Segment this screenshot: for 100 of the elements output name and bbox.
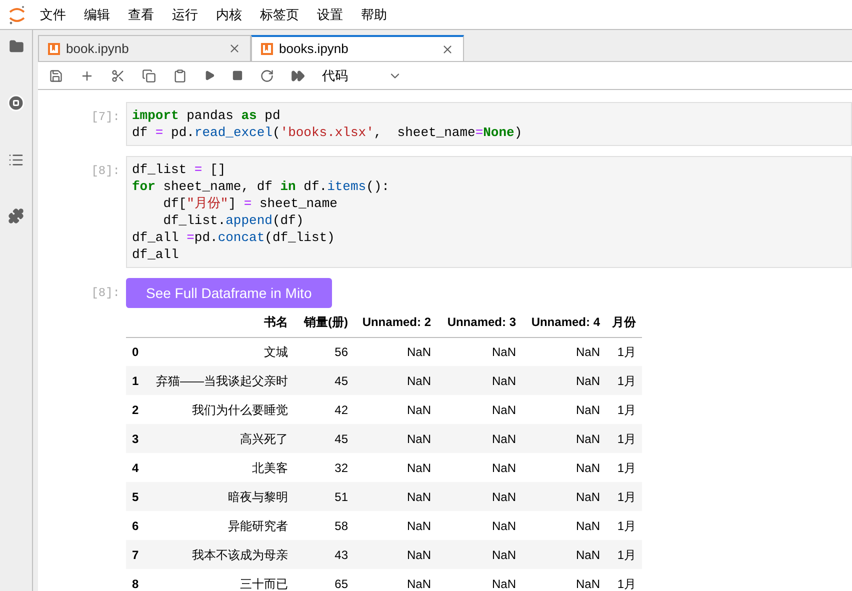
save-icon[interactable]: [49, 68, 63, 82]
list-icon[interactable]: [8, 152, 24, 168]
table-cell: NaN: [437, 424, 522, 453]
logo-icon: [8, 4, 26, 24]
table-cell: 43: [294, 540, 354, 569]
fast-forward-icon[interactable]: [291, 68, 305, 82]
table-cell: NaN: [437, 569, 522, 591]
column-header: 月份: [606, 308, 642, 337]
play-icon[interactable]: [204, 70, 215, 81]
table-cell: NaN: [437, 540, 522, 569]
table-cell: 暗夜与黎明: [150, 482, 294, 511]
clipboard-icon[interactable]: [173, 68, 187, 82]
table-cell: 1月: [606, 424, 642, 453]
column-header: 书名: [150, 308, 294, 337]
table-cell: NaN: [522, 424, 606, 453]
table-cell: NaN: [522, 482, 606, 511]
table-cell: 51: [294, 482, 354, 511]
table-cell: 65: [294, 569, 354, 591]
stop-circle-icon[interactable]: [7, 94, 25, 112]
notebook-tab[interactable]: book.ipynb: [38, 35, 251, 61]
table-cell: 1月: [606, 482, 642, 511]
table-cell: NaN: [354, 424, 437, 453]
table-cell: 文城: [150, 337, 294, 366]
table-cell: NaN: [437, 453, 522, 482]
cell-prompt: [8]:: [90, 285, 121, 302]
notebook-icon: [48, 42, 60, 54]
code-cell[interactable]: df_list = [] for sheet_name, df in df.items(): df["月份"] = sheet_name df_list.append(df) df_all =pd.concat(df_list) df_all: [126, 156, 852, 268]
row-index: 1: [126, 366, 150, 395]
plus-icon[interactable]: [80, 68, 94, 82]
row-index: 4: [126, 453, 150, 482]
menu-item[interactable]: 运行: [172, 4, 198, 24]
menu-item[interactable]: 文件: [40, 4, 66, 24]
scissors-icon[interactable]: [111, 68, 125, 82]
puzzle-icon[interactable]: [8, 208, 24, 224]
stop-icon[interactable]: [232, 70, 243, 81]
table-cell: NaN: [522, 511, 606, 540]
table-cell: 三十而已: [150, 569, 294, 591]
refresh-icon[interactable]: [260, 68, 274, 82]
table-cell: NaN: [354, 395, 437, 424]
table-cell: NaN: [522, 453, 606, 482]
row-index: 8: [126, 569, 150, 591]
table-cell: NaN: [437, 337, 522, 366]
code-line: for sheet_name, df in df.items():: [132, 178, 390, 195]
table-cell: 42: [294, 395, 354, 424]
table-cell: NaN: [354, 366, 437, 395]
column-header: Unnamed: 4: [522, 308, 606, 337]
menu-item[interactable]: 设置: [317, 4, 343, 24]
table-cell: NaN: [522, 366, 606, 395]
folder-icon[interactable]: [8, 39, 24, 54]
cell-type-dropdown[interactable]: 代码: [322, 66, 402, 86]
table-cell: 45: [294, 366, 354, 395]
notebook-tab[interactable]: books.ipynb: [251, 35, 464, 61]
menu-item[interactable]: 标签页: [260, 4, 299, 24]
menu-item[interactable]: 内核: [216, 4, 242, 24]
close-icon[interactable]: [441, 42, 454, 56]
row-index: 7: [126, 540, 150, 569]
table-cell: 56: [294, 337, 354, 366]
column-header: Unnamed: 3: [437, 308, 522, 337]
row-index: 6: [126, 511, 150, 540]
table-cell: NaN: [522, 569, 606, 591]
column-header: 销量(册): [294, 308, 354, 337]
table-cell: NaN: [522, 337, 606, 366]
cell-prompt: [8]:: [90, 163, 121, 180]
table-cell: 58: [294, 511, 354, 540]
notebook-icon: [261, 43, 273, 55]
table-cell: 异能研究者: [150, 511, 294, 540]
copy-icon[interactable]: [142, 68, 156, 82]
table-cell: 1月: [606, 540, 642, 569]
row-index: 3: [126, 424, 150, 453]
table-cell: NaN: [437, 482, 522, 511]
table-cell: NaN: [354, 337, 437, 366]
table-cell: 1月: [606, 366, 642, 395]
code-line: df_list.append(df): [162, 212, 305, 229]
table-cell: NaN: [437, 511, 522, 540]
code-line: df["月份"] = sheet_name: [162, 195, 338, 212]
table-cell: NaN: [354, 540, 437, 569]
table-cell: NaN: [354, 482, 437, 511]
table-cell: NaN: [354, 453, 437, 482]
cell-prompt: [7]:: [90, 109, 121, 126]
menu-item[interactable]: 查看: [128, 4, 154, 24]
table-cell: 45: [294, 424, 354, 453]
code-line: df_list = []: [132, 161, 227, 178]
table-cell: NaN: [354, 569, 437, 591]
table-cell: NaN: [522, 540, 606, 569]
close-icon[interactable]: [228, 42, 241, 55]
table-cell: 1月: [606, 569, 642, 591]
table-cell: NaN: [522, 395, 606, 424]
code-line: df_all: [132, 246, 180, 263]
table-cell: NaN: [437, 366, 522, 395]
code-cell[interactable]: import pandas as pd df = pd.read_excel('books.xlsx', sheet_name=None): [126, 102, 852, 146]
table-cell: 1月: [606, 511, 642, 540]
table-cell: 1月: [606, 453, 642, 482]
menu-item[interactable]: 帮助: [361, 4, 387, 24]
menu-item[interactable]: 编辑: [84, 4, 110, 24]
row-index: 0: [126, 337, 150, 366]
table-cell: 32: [294, 453, 354, 482]
table-cell: 我们为什么要睡觉: [150, 395, 294, 424]
table-cell: 我本不该成为母亲: [150, 540, 294, 569]
row-index: 5: [126, 482, 150, 511]
table-cell: 高兴死了: [150, 424, 294, 453]
